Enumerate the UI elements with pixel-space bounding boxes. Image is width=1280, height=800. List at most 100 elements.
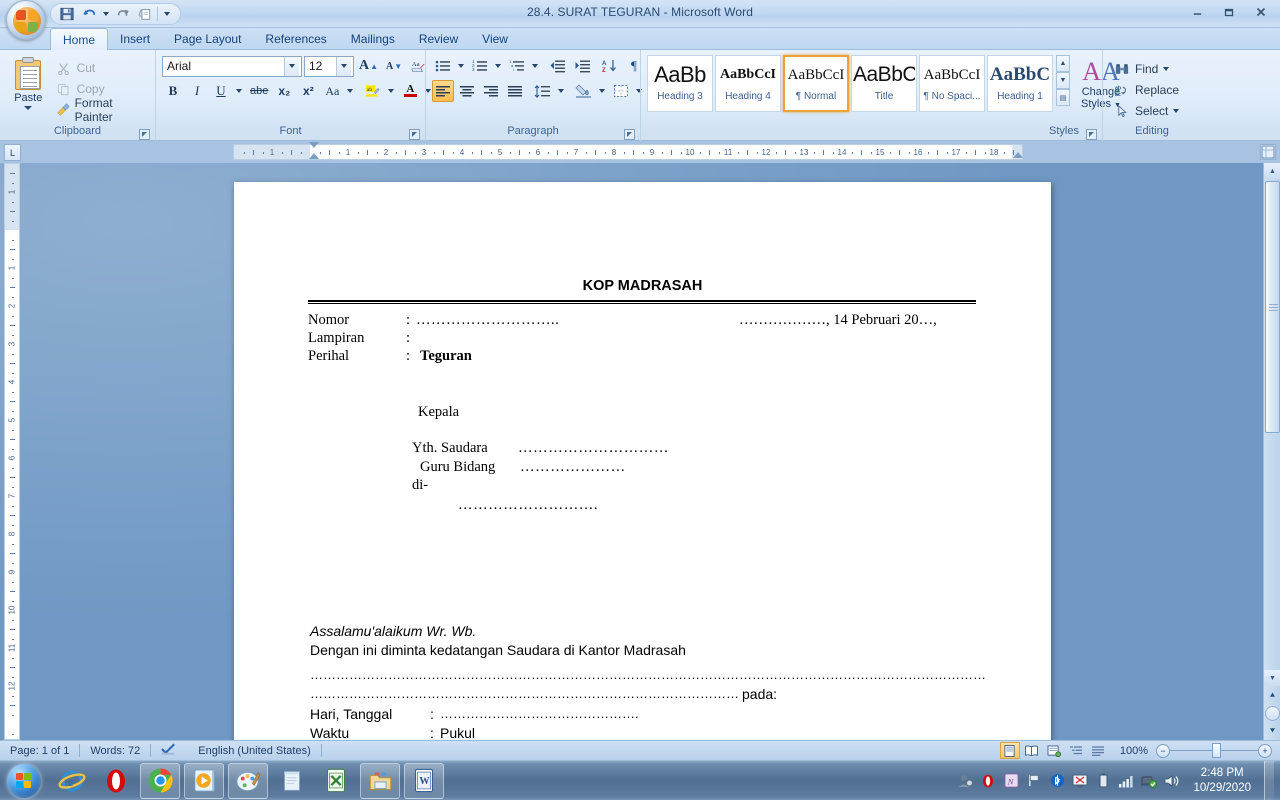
style-no-spacing[interactable]: AaBbCcI ¶ No Spaci... [919,55,985,112]
clipboard-dialog-launcher[interactable] [139,129,150,140]
scroll-up-button[interactable]: ▲ [1264,163,1280,179]
borders-button[interactable] [610,80,632,102]
zoom-thumb[interactable] [1212,743,1221,758]
tab-insert[interactable]: Insert [108,28,162,49]
sort-button[interactable]: A Z [599,55,621,77]
google-chrome-icon[interactable] [140,762,180,799]
horizontal-ruler[interactable]: 1 1 2 3 4 5 6 7 8 9 10 11 12 13 14 15 16 17 18 [233,144,1023,160]
zoom-out-button[interactable]: − [1156,743,1170,758]
increase-indent-button[interactable] [571,55,594,77]
minimize-button[interactable] [1182,2,1212,21]
draft-view-button[interactable] [1088,742,1108,759]
gallery-scroll-down-icon[interactable]: ▼ [1056,72,1070,89]
vertical-ruler[interactable]: 1 1 2 3 4 5 6 7 8 9 10 11 12 [4,163,20,740]
zoom-track[interactable] [1170,743,1258,758]
font-color-button[interactable]: A [399,80,421,102]
opera-tray-icon[interactable] [980,773,996,789]
format-painter-button[interactable]: Format Painter [51,96,149,124]
previous-page-button[interactable]: ⯅ [1264,686,1280,704]
style-title[interactable]: AaBbC Title [851,55,917,112]
internet-explorer-icon[interactable]: e [52,763,92,799]
media-player-icon[interactable] [184,762,224,799]
subscript-button[interactable]: x₂ [273,80,295,102]
tab-stop-selector[interactable]: L [4,144,21,161]
display-icon[interactable] [1072,773,1088,789]
tab-page-layout[interactable]: Page Layout [162,28,253,49]
font-name-combo[interactable]: Arial [162,55,302,77]
notepad-icon[interactable] [272,763,312,799]
gallery-more-icon[interactable]: ▤ [1056,89,1070,106]
bullets-dropdown-icon[interactable] [454,55,467,77]
zoom-slider[interactable]: − + [1156,743,1272,758]
tab-references[interactable]: References [253,28,338,49]
file-explorer-icon[interactable] [360,762,400,799]
styles-dialog-launcher[interactable] [1086,129,1097,140]
gallery-scroll-up-icon[interactable]: ▲ [1056,55,1070,72]
underline-dropdown-icon[interactable] [232,80,245,102]
tab-mailings[interactable]: Mailings [339,28,407,49]
zoom-level-text[interactable]: 100% [1120,745,1148,757]
office-button[interactable] [6,0,46,40]
find-dropdown-icon[interactable] [1163,67,1170,71]
taskbar-clock[interactable]: 2:48 PM 10/29/2020 [1187,766,1257,796]
tab-home[interactable]: Home [50,28,109,50]
opera-icon[interactable] [96,763,136,799]
text-highlight-button[interactable]: ab [361,80,384,102]
numbering-dropdown-icon[interactable] [491,55,504,77]
status-language[interactable]: English (United States) [188,741,321,761]
tab-review[interactable]: Review [407,28,470,49]
select-dropdown-icon[interactable] [1173,109,1180,113]
first-line-indent-marker[interactable] [309,142,319,148]
align-right-button[interactable] [480,80,502,102]
close-button[interactable] [1246,2,1276,21]
status-page-indicator[interactable]: Page: 1 of 1 [0,741,79,761]
decrease-indent-button[interactable] [546,55,569,77]
bold-button[interactable]: B [162,80,184,102]
superscript-button[interactable]: x² [297,80,319,102]
multilevel-list-dropdown-icon[interactable] [528,55,541,77]
flag-icon[interactable] [1026,773,1042,789]
select-button[interactable]: Select [1109,101,1184,121]
style-normal[interactable]: AaBbCcI ¶ Normal [783,55,849,112]
excel-icon[interactable] [316,763,356,799]
onenote-tray-icon[interactable]: N [1003,773,1019,789]
web-layout-view-button[interactable] [1044,742,1064,759]
select-browse-object-button[interactable] [1265,706,1280,721]
right-indent-marker[interactable] [1013,152,1023,158]
underline-button[interactable]: U [210,80,232,102]
scrollbar-thumb[interactable] [1265,181,1280,433]
zoom-in-button[interactable]: + [1258,743,1272,758]
line-spacing-button[interactable] [531,80,554,102]
bullets-button[interactable] [432,55,454,77]
style-heading-4[interactable]: AaBbCcI Heading 4 [715,55,781,112]
shading-dropdown-icon[interactable] [595,80,608,102]
style-heading-1[interactable]: AaBbC Heading 1 [987,55,1053,112]
scroll-down-button[interactable]: ▼ [1264,670,1280,686]
show-desktop-button[interactable] [1264,760,1274,800]
paint-icon[interactable] [228,762,268,799]
style-heading-3[interactable]: AaBb Heading 3 [647,55,713,112]
paste-button[interactable]: Paste [6,55,51,110]
shrink-font-button[interactable]: A ▼ [383,55,405,77]
bluetooth-icon[interactable] [1049,773,1065,789]
grow-font-button[interactable]: A ▲ [356,55,381,77]
next-page-button[interactable]: ⯆ [1264,722,1280,740]
change-case-dropdown-icon[interactable] [343,80,356,102]
font-dialog-launcher[interactable] [409,129,420,140]
multilevel-list-button[interactable]: 1 a i [506,55,528,77]
replace-button[interactable]: ab ac Replace [1109,80,1184,100]
change-case-button[interactable]: Aa [321,80,343,102]
cut-button[interactable]: Cut [51,58,149,78]
full-screen-reading-view-button[interactable] [1022,742,1042,759]
maximize-button[interactable] [1214,2,1244,21]
volume-icon[interactable] [1164,773,1180,789]
font-name-dropdown-icon[interactable] [284,56,299,76]
battery-icon[interactable] [1095,773,1111,789]
italic-button[interactable]: I [186,80,208,102]
status-proofing[interactable] [151,741,188,761]
word-icon[interactable]: W [404,762,444,799]
network-signal-icon[interactable] [1118,773,1134,789]
font-size-dropdown-icon[interactable] [336,56,351,76]
document-page[interactable]: KOP MADRASAH Nomor : ……………………….. ………………,… [234,182,1051,740]
view-ruler-toggle[interactable] [1260,144,1276,160]
